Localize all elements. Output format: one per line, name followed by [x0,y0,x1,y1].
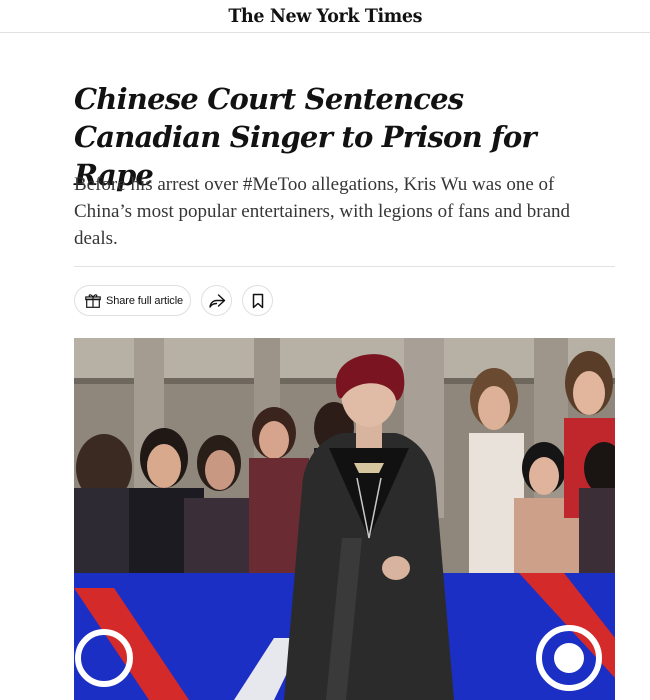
article-lead-photo [74,338,615,700]
save-bookmark-button[interactable] [242,285,273,316]
singer-on-red-carpet-photo [74,338,615,700]
share-button-label: Share full article [106,294,184,307]
article-summary: Before his arrest over #MeToo allegation… [74,174,571,249]
masthead: The New York Times [0,0,650,33]
bookmark-icon [252,293,263,308]
divider [74,266,615,267]
share-arrow-icon [208,293,225,308]
share-full-article-button[interactable]: Share full article [74,285,191,316]
nyt-logo[interactable]: The New York Times [228,6,422,26]
forward-share-button[interactable] [201,285,232,316]
gift-icon [85,293,101,308]
